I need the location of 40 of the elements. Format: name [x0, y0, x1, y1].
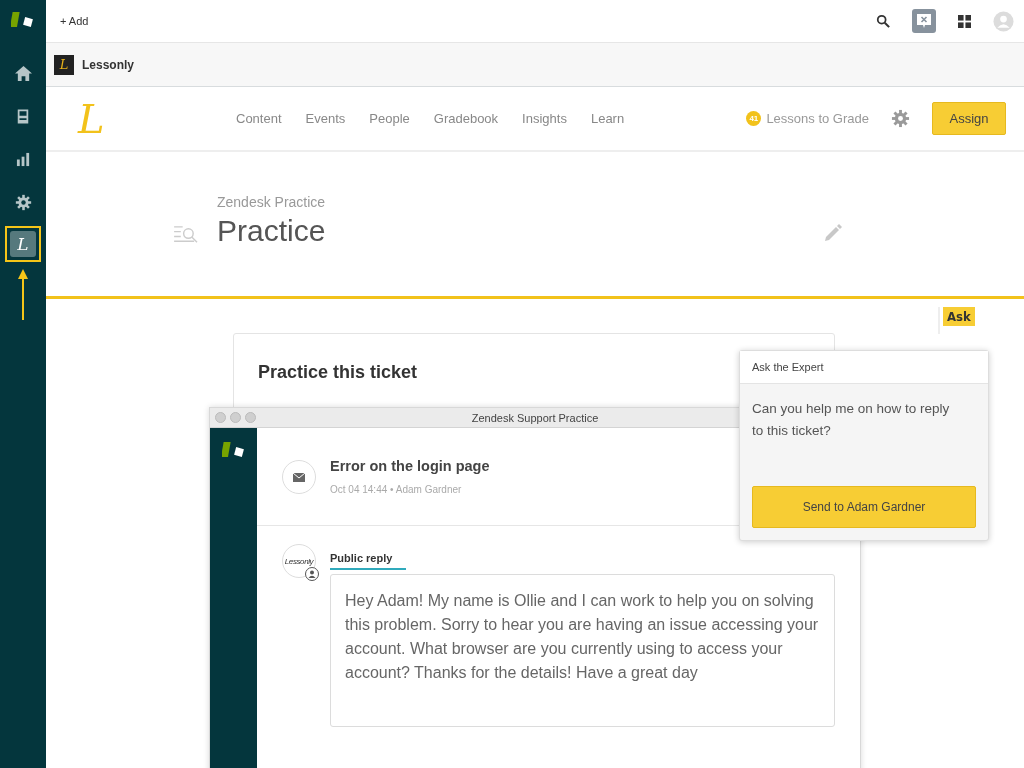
pencil-icon[interactable]: [823, 223, 844, 243]
window-control-icon[interactable]: [230, 412, 241, 423]
avatar-logo-text: Lessonly: [284, 556, 314, 566]
breadcrumb: Zendesk Practice: [217, 194, 326, 210]
reply-field[interactable]: Hey Adam! My name is Ollie and I can work to help you on solving this problem. Sorry to hear you are having an issue accessing your account. What browser are you currently using to access your account? Thanks for the details! Have a great day: [330, 574, 835, 727]
lessonly-logo: L: [54, 54, 74, 75]
assign-button[interactable]: Assign: [932, 102, 1006, 135]
card-title: Practice this ticket: [258, 362, 418, 383]
lessonly-app-button[interactable]: L: [10, 231, 36, 257]
search-icon[interactable]: [876, 14, 890, 28]
nav-link[interactable]: Learn: [590, 111, 625, 126]
envelope-icon: [282, 459, 316, 494]
send-button[interactable]: Send to Adam Gardner: [752, 486, 976, 528]
question-text: Can you help me on how to reply to this ticket?: [752, 400, 951, 440]
ask-button[interactable]: Ask: [938, 307, 975, 334]
person-icon: [305, 567, 319, 581]
window-control-icon[interactable]: [215, 412, 226, 423]
zendesk-logo-icon: [11, 10, 35, 30]
nav-link[interactable]: Content: [236, 111, 282, 126]
ticket-subject: Error on the login page: [330, 458, 490, 474]
page-title: Practice: [217, 214, 326, 248]
apps-grid-icon[interactable]: [958, 14, 971, 28]
arrow-annotation: [17, 268, 29, 320]
nav-link[interactable]: Insights: [522, 111, 567, 126]
nav-link[interactable]: Events: [305, 111, 346, 126]
link-label: Lessons to Grade: [766, 111, 869, 126]
count-badge: 41: [746, 111, 762, 126]
lessons-to-grade-link[interactable]: 41 Lessons to Grade: [746, 111, 869, 126]
add-button[interactable]: + Add: [60, 15, 89, 27]
app-tab[interactable]: L Lessonly: [54, 54, 135, 75]
zendesk-logo-icon: [221, 440, 246, 460]
chat-icon[interactable]: [912, 9, 936, 33]
ticket-meta: Oct 04 14:44 • Adam Gardner: [330, 484, 463, 495]
list-search-icon: [173, 223, 200, 245]
tab-label: Lessonly: [82, 57, 135, 72]
nav-link[interactable]: Gradebook: [433, 111, 499, 126]
window-title: Zendesk Support Practice: [471, 411, 599, 424]
public-reply-tab[interactable]: Public reply: [330, 544, 406, 570]
nav-link[interactable]: People: [369, 111, 410, 126]
popover-title: Ask the Expert: [740, 351, 988, 384]
